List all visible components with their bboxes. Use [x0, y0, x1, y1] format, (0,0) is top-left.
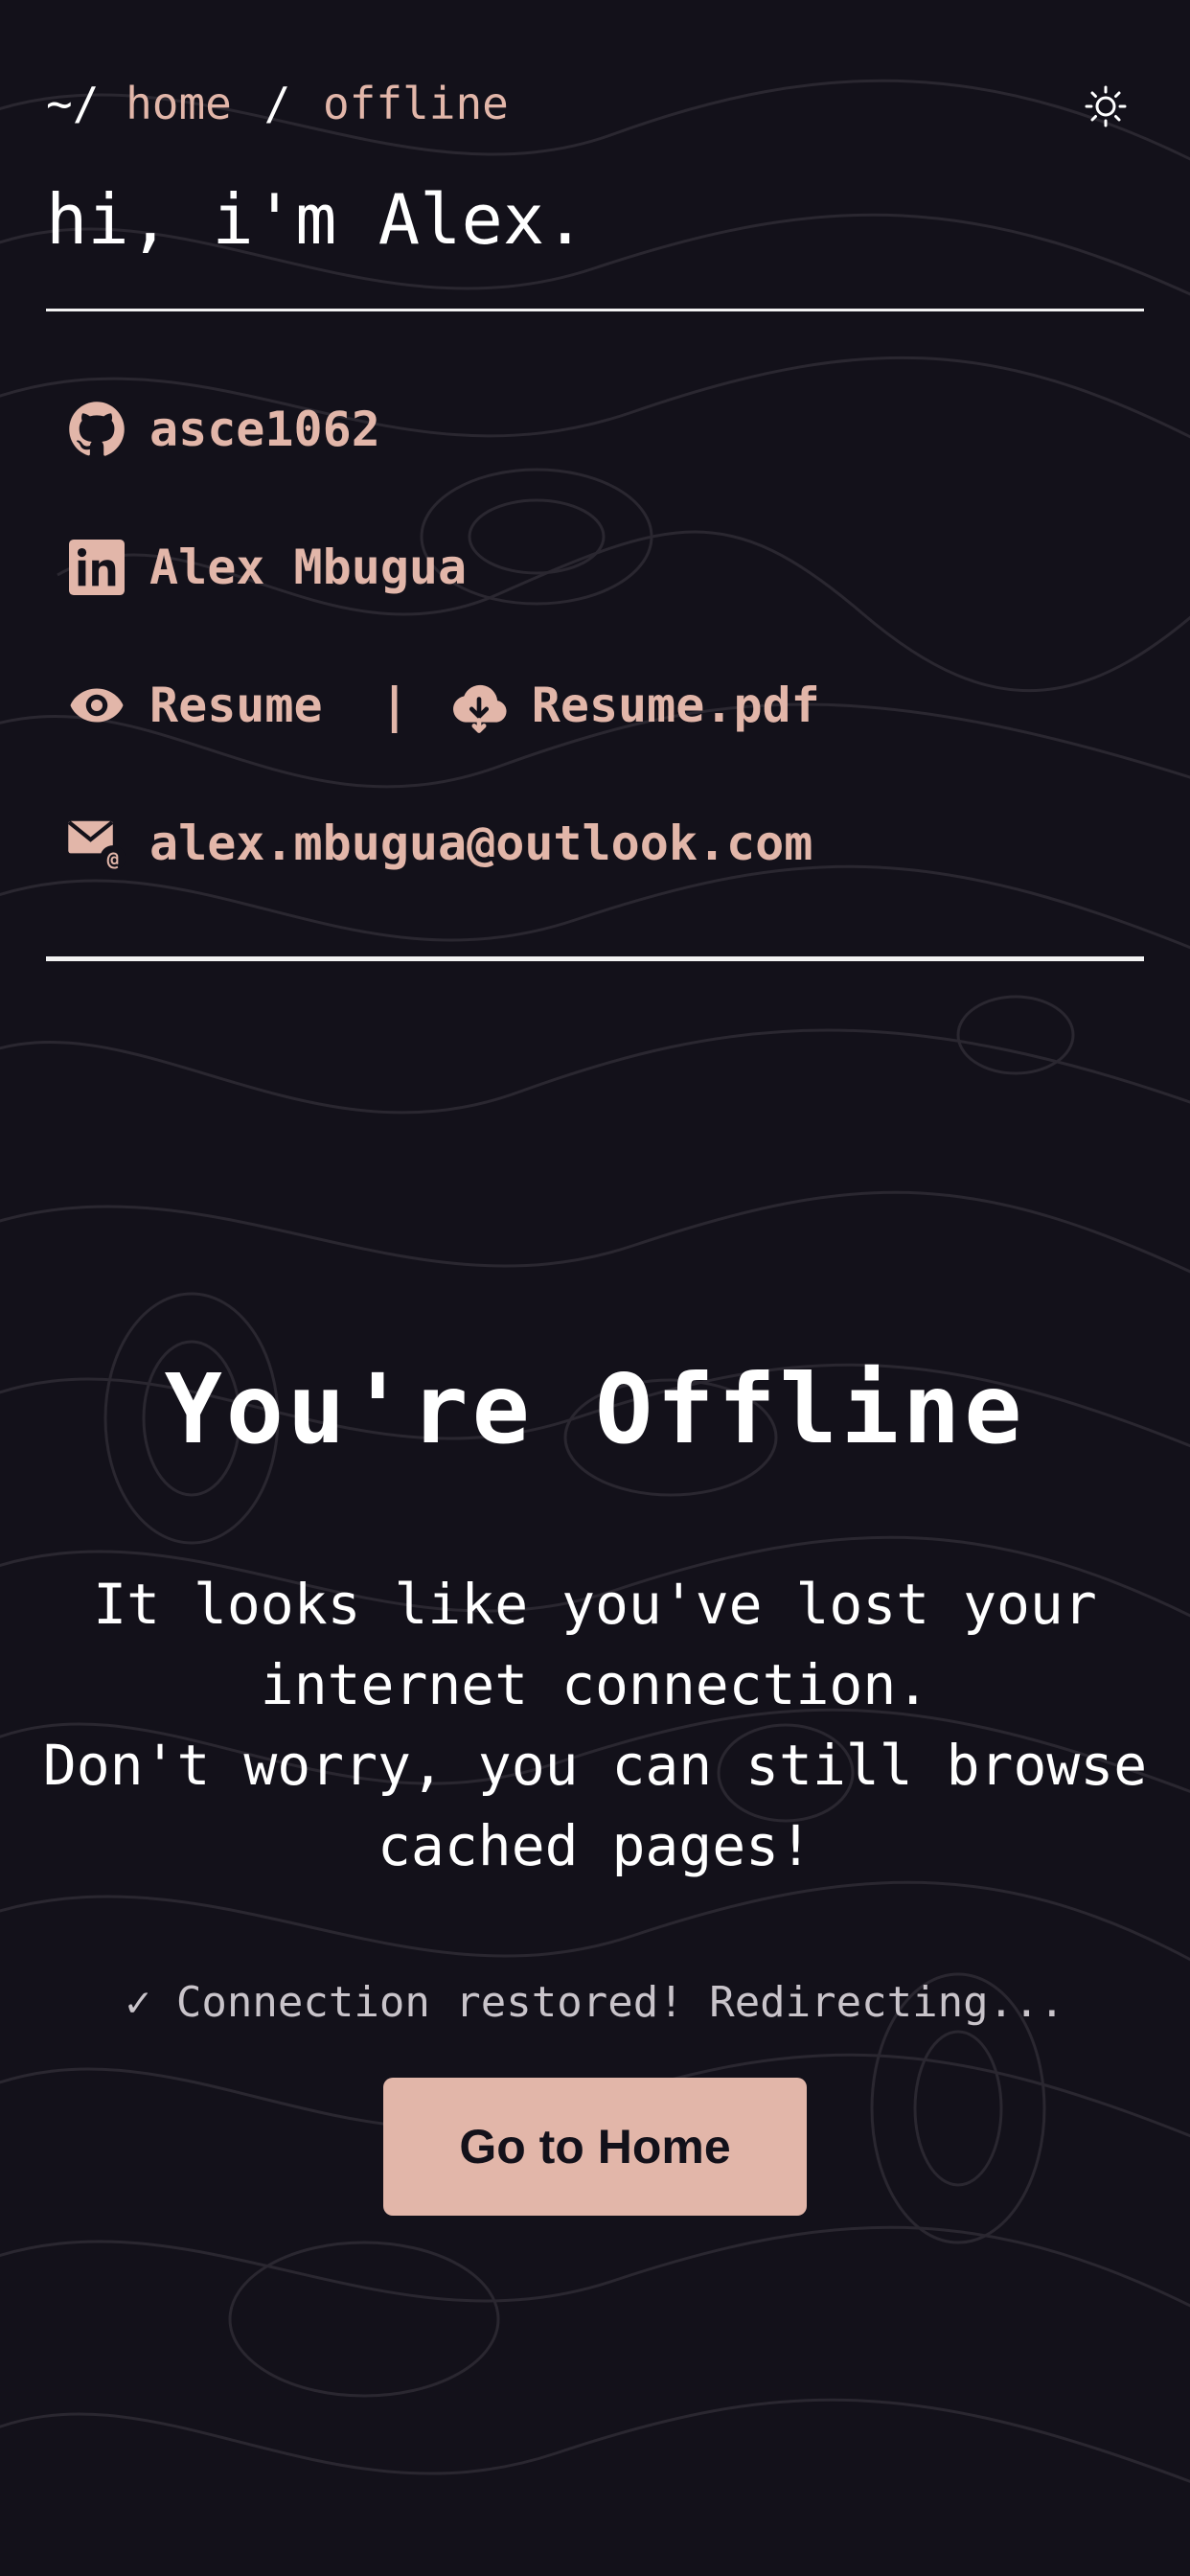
- linkedin-icon: [67, 538, 126, 597]
- offline-heading: You're Offline: [164, 1353, 1026, 1465]
- svg-text:@: @: [107, 847, 119, 870]
- cloud-download-icon: [449, 676, 509, 735]
- breadcrumb-separator: /: [263, 78, 291, 129]
- breadcrumb-current[interactable]: offline: [323, 78, 509, 129]
- email-icon: @: [67, 814, 126, 873]
- breadcrumb-home-link[interactable]: home: [126, 78, 232, 129]
- resume-view-link[interactable]: Resume: [149, 678, 323, 733]
- email-address[interactable]: alex.mbugua@outlook.com: [149, 816, 812, 871]
- sun-icon: [1085, 85, 1127, 127]
- offline-page: ~/ home / offline hi, i'm Alex. asce1062…: [0, 0, 1190, 2576]
- divider-bottom: [46, 956, 1144, 961]
- email-link[interactable]: @ alex.mbugua@outlook.com: [67, 805, 812, 882]
- linkedin-link[interactable]: Alex Mbugua: [67, 529, 467, 606]
- theme-toggle-button[interactable]: [1077, 82, 1134, 130]
- resume-links: Resume | Resume.pdf: [67, 667, 820, 744]
- linkedin-name[interactable]: Alex Mbugua: [149, 540, 467, 595]
- page-title: hi, i'm Alex.: [46, 179, 586, 260]
- divider-top: [46, 309, 1144, 311]
- go-home-button[interactable]: Go to Home: [383, 2078, 807, 2216]
- github-username[interactable]: asce1062: [149, 402, 380, 457]
- resume-divider: |: [379, 678, 409, 733]
- eye-icon: [67, 676, 126, 735]
- github-link[interactable]: asce1062: [67, 391, 380, 468]
- github-icon: [67, 400, 126, 459]
- offline-message-line-1: It looks like you've lost your internet …: [93, 1572, 1097, 1717]
- connection-status: ✓ Connection restored! Redirecting...: [125, 1978, 1065, 2027]
- offline-message: It looks like you've lost your internet …: [38, 1564, 1152, 1886]
- offline-message-line-2: Don't worry, you can still browse cached…: [42, 1733, 1148, 1878]
- breadcrumb: ~/ home / offline: [46, 75, 509, 132]
- resume-download-link[interactable]: Resume.pdf: [532, 678, 820, 733]
- breadcrumb-root: ~/: [46, 78, 100, 129]
